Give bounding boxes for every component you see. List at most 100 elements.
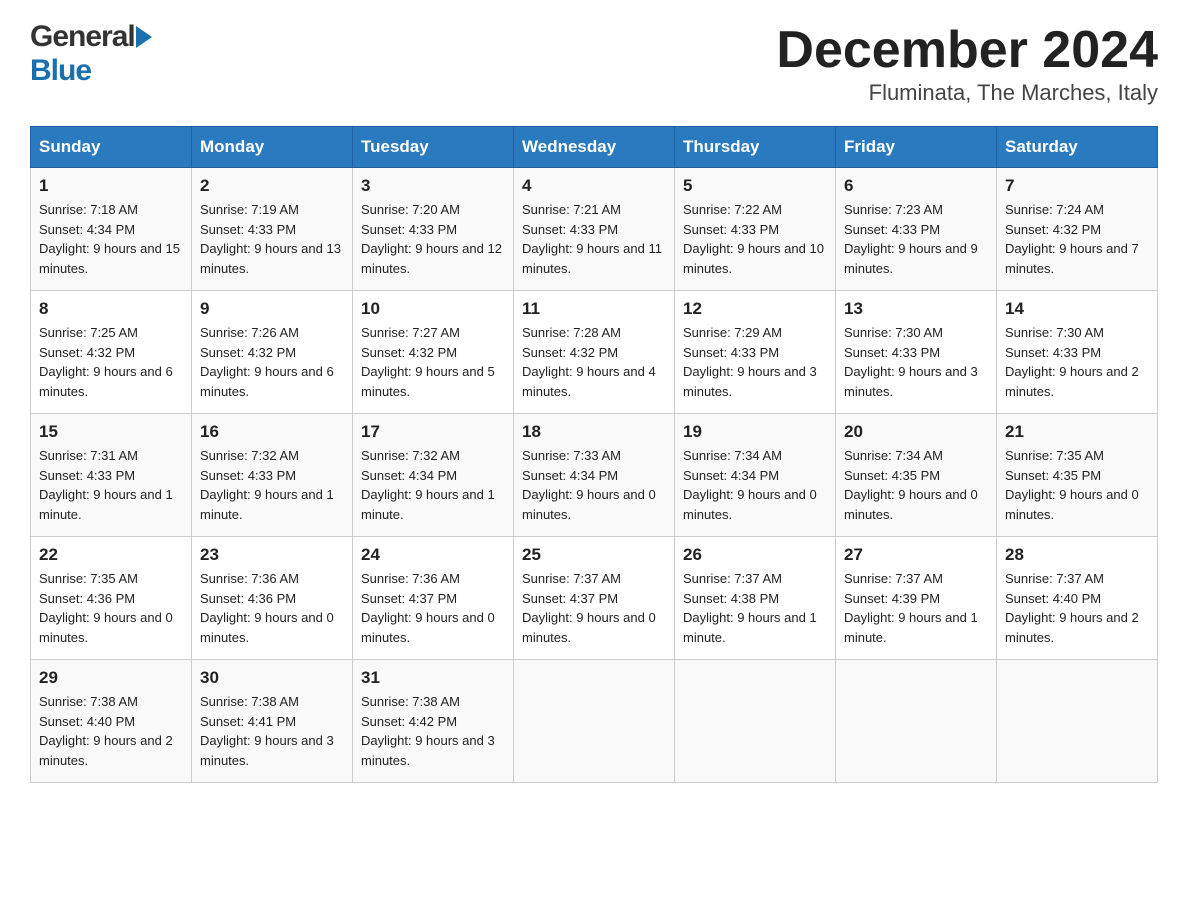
calendar-cell: 16 Sunrise: 7:32 AM Sunset: 4:33 PM Dayl… — [192, 414, 353, 537]
calendar-cell — [836, 660, 997, 783]
day-number: 6 — [844, 176, 988, 196]
calendar-header: SundayMondayTuesdayWednesdayThursdayFrid… — [31, 127, 1158, 168]
day-info: Sunrise: 7:35 AM Sunset: 4:35 PM Dayligh… — [1005, 446, 1149, 524]
day-number: 16 — [200, 422, 344, 442]
day-info: Sunrise: 7:26 AM Sunset: 4:32 PM Dayligh… — [200, 323, 344, 401]
page-header: General Blue December 2024 Fluminata, Th… — [30, 20, 1158, 106]
logo-blue: Blue — [30, 54, 91, 87]
calendar-cell: 11 Sunrise: 7:28 AM Sunset: 4:32 PM Dayl… — [514, 291, 675, 414]
calendar-cell: 4 Sunrise: 7:21 AM Sunset: 4:33 PM Dayli… — [514, 168, 675, 291]
day-header-sunday: Sunday — [31, 127, 192, 168]
day-number: 24 — [361, 545, 505, 565]
calendar-body: 1 Sunrise: 7:18 AM Sunset: 4:34 PM Dayli… — [31, 168, 1158, 783]
calendar-cell: 23 Sunrise: 7:36 AM Sunset: 4:36 PM Dayl… — [192, 537, 353, 660]
calendar-cell: 24 Sunrise: 7:36 AM Sunset: 4:37 PM Dayl… — [353, 537, 514, 660]
day-info: Sunrise: 7:20 AM Sunset: 4:33 PM Dayligh… — [361, 200, 505, 278]
calendar-cell: 28 Sunrise: 7:37 AM Sunset: 4:40 PM Dayl… — [997, 537, 1158, 660]
day-info: Sunrise: 7:19 AM Sunset: 4:33 PM Dayligh… — [200, 200, 344, 278]
day-number: 29 — [39, 668, 183, 688]
calendar-cell — [997, 660, 1158, 783]
calendar-cell: 3 Sunrise: 7:20 AM Sunset: 4:33 PM Dayli… — [353, 168, 514, 291]
calendar-subtitle: Fluminata, The Marches, Italy — [776, 80, 1158, 106]
day-number: 25 — [522, 545, 666, 565]
calendar-cell: 31 Sunrise: 7:38 AM Sunset: 4:42 PM Dayl… — [353, 660, 514, 783]
day-number: 7 — [1005, 176, 1149, 196]
calendar-week-3: 15 Sunrise: 7:31 AM Sunset: 4:33 PM Dayl… — [31, 414, 1158, 537]
day-number: 30 — [200, 668, 344, 688]
calendar-table: SundayMondayTuesdayWednesdayThursdayFrid… — [30, 126, 1158, 783]
day-number: 4 — [522, 176, 666, 196]
day-info: Sunrise: 7:34 AM Sunset: 4:34 PM Dayligh… — [683, 446, 827, 524]
day-info: Sunrise: 7:22 AM Sunset: 4:33 PM Dayligh… — [683, 200, 827, 278]
day-number: 2 — [200, 176, 344, 196]
calendar-cell: 14 Sunrise: 7:30 AM Sunset: 4:33 PM Dayl… — [997, 291, 1158, 414]
day-header-wednesday: Wednesday — [514, 127, 675, 168]
day-number: 26 — [683, 545, 827, 565]
day-number: 3 — [361, 176, 505, 196]
calendar-cell: 18 Sunrise: 7:33 AM Sunset: 4:34 PM Dayl… — [514, 414, 675, 537]
calendar-cell: 1 Sunrise: 7:18 AM Sunset: 4:34 PM Dayli… — [31, 168, 192, 291]
calendar-week-5: 29 Sunrise: 7:38 AM Sunset: 4:40 PM Dayl… — [31, 660, 1158, 783]
calendar-cell: 12 Sunrise: 7:29 AM Sunset: 4:33 PM Dayl… — [675, 291, 836, 414]
calendar-cell: 26 Sunrise: 7:37 AM Sunset: 4:38 PM Dayl… — [675, 537, 836, 660]
calendar-cell: 30 Sunrise: 7:38 AM Sunset: 4:41 PM Dayl… — [192, 660, 353, 783]
day-number: 31 — [361, 668, 505, 688]
day-info: Sunrise: 7:38 AM Sunset: 4:41 PM Dayligh… — [200, 692, 344, 770]
day-info: Sunrise: 7:32 AM Sunset: 4:34 PM Dayligh… — [361, 446, 505, 524]
calendar-cell — [675, 660, 836, 783]
calendar-cell: 5 Sunrise: 7:22 AM Sunset: 4:33 PM Dayli… — [675, 168, 836, 291]
day-number: 8 — [39, 299, 183, 319]
day-number: 5 — [683, 176, 827, 196]
logo-arrow-icon — [136, 26, 152, 48]
day-number: 15 — [39, 422, 183, 442]
calendar-cell: 22 Sunrise: 7:35 AM Sunset: 4:36 PM Dayl… — [31, 537, 192, 660]
day-number: 12 — [683, 299, 827, 319]
day-header-tuesday: Tuesday — [353, 127, 514, 168]
calendar-cell: 6 Sunrise: 7:23 AM Sunset: 4:33 PM Dayli… — [836, 168, 997, 291]
calendar-week-1: 1 Sunrise: 7:18 AM Sunset: 4:34 PM Dayli… — [31, 168, 1158, 291]
calendar-cell: 13 Sunrise: 7:30 AM Sunset: 4:33 PM Dayl… — [836, 291, 997, 414]
calendar-cell: 29 Sunrise: 7:38 AM Sunset: 4:40 PM Dayl… — [31, 660, 192, 783]
day-number: 20 — [844, 422, 988, 442]
day-info: Sunrise: 7:27 AM Sunset: 4:32 PM Dayligh… — [361, 323, 505, 401]
day-number: 9 — [200, 299, 344, 319]
day-number: 1 — [39, 176, 183, 196]
day-number: 10 — [361, 299, 505, 319]
day-number: 11 — [522, 299, 666, 319]
day-info: Sunrise: 7:36 AM Sunset: 4:37 PM Dayligh… — [361, 569, 505, 647]
day-info: Sunrise: 7:35 AM Sunset: 4:36 PM Dayligh… — [39, 569, 183, 647]
day-number: 22 — [39, 545, 183, 565]
calendar-cell: 9 Sunrise: 7:26 AM Sunset: 4:32 PM Dayli… — [192, 291, 353, 414]
title-block: December 2024 Fluminata, The Marches, It… — [776, 20, 1158, 106]
day-info: Sunrise: 7:21 AM Sunset: 4:33 PM Dayligh… — [522, 200, 666, 278]
day-number: 19 — [683, 422, 827, 442]
day-info: Sunrise: 7:30 AM Sunset: 4:33 PM Dayligh… — [844, 323, 988, 401]
day-number: 23 — [200, 545, 344, 565]
day-info: Sunrise: 7:29 AM Sunset: 4:33 PM Dayligh… — [683, 323, 827, 401]
calendar-week-4: 22 Sunrise: 7:35 AM Sunset: 4:36 PM Dayl… — [31, 537, 1158, 660]
days-row: SundayMondayTuesdayWednesdayThursdayFrid… — [31, 127, 1158, 168]
day-info: Sunrise: 7:30 AM Sunset: 4:33 PM Dayligh… — [1005, 323, 1149, 401]
day-info: Sunrise: 7:37 AM Sunset: 4:40 PM Dayligh… — [1005, 569, 1149, 647]
day-info: Sunrise: 7:33 AM Sunset: 4:34 PM Dayligh… — [522, 446, 666, 524]
day-info: Sunrise: 7:38 AM Sunset: 4:42 PM Dayligh… — [361, 692, 505, 770]
day-info: Sunrise: 7:23 AM Sunset: 4:33 PM Dayligh… — [844, 200, 988, 278]
calendar-cell: 7 Sunrise: 7:24 AM Sunset: 4:32 PM Dayli… — [997, 168, 1158, 291]
day-info: Sunrise: 7:36 AM Sunset: 4:36 PM Dayligh… — [200, 569, 344, 647]
day-number: 21 — [1005, 422, 1149, 442]
day-info: Sunrise: 7:25 AM Sunset: 4:32 PM Dayligh… — [39, 323, 183, 401]
logo: General Blue — [30, 20, 153, 88]
day-number: 14 — [1005, 299, 1149, 319]
calendar-cell: 27 Sunrise: 7:37 AM Sunset: 4:39 PM Dayl… — [836, 537, 997, 660]
day-info: Sunrise: 7:34 AM Sunset: 4:35 PM Dayligh… — [844, 446, 988, 524]
day-number: 27 — [844, 545, 988, 565]
logo-general: General — [30, 20, 135, 54]
calendar-cell: 17 Sunrise: 7:32 AM Sunset: 4:34 PM Dayl… — [353, 414, 514, 537]
day-header-saturday: Saturday — [997, 127, 1158, 168]
calendar-cell: 25 Sunrise: 7:37 AM Sunset: 4:37 PM Dayl… — [514, 537, 675, 660]
day-info: Sunrise: 7:18 AM Sunset: 4:34 PM Dayligh… — [39, 200, 183, 278]
calendar-cell: 19 Sunrise: 7:34 AM Sunset: 4:34 PM Dayl… — [675, 414, 836, 537]
calendar-cell — [514, 660, 675, 783]
calendar-week-2: 8 Sunrise: 7:25 AM Sunset: 4:32 PM Dayli… — [31, 291, 1158, 414]
calendar-cell: 21 Sunrise: 7:35 AM Sunset: 4:35 PM Dayl… — [997, 414, 1158, 537]
